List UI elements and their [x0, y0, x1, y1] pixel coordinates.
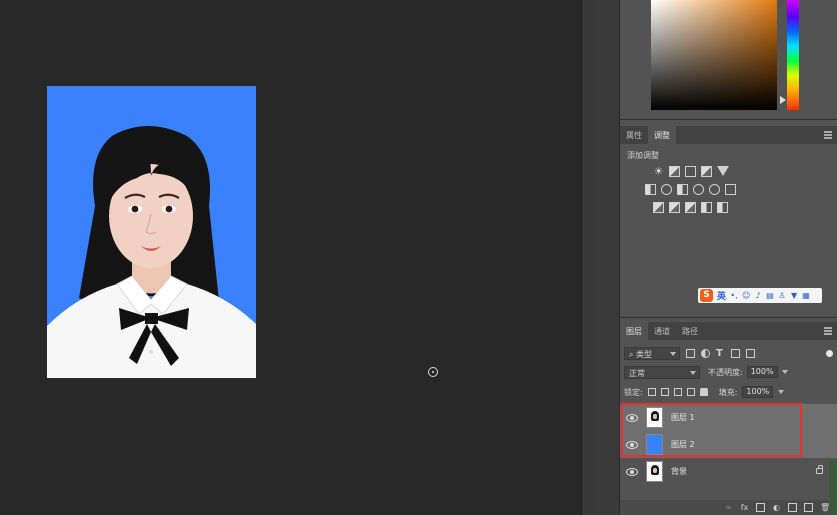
layer-thumbnail — [646, 461, 663, 482]
invert-icon[interactable] — [653, 202, 664, 213]
filter-kind-label: 类型 — [636, 349, 653, 359]
ime-language-toggle[interactable]: 英 — [717, 289, 726, 302]
lock-label: 锁定: — [624, 387, 643, 397]
portrait-image — [47, 86, 256, 378]
chevron-down-icon — [690, 370, 696, 375]
trash-icon[interactable]: 🗑 — [820, 503, 830, 512]
ime-logo[interactable]: S — [700, 289, 713, 302]
mask-icon[interactable] — [756, 503, 765, 512]
blend-mode-value: 正常 — [629, 368, 645, 378]
color-lookup-icon[interactable] — [725, 184, 736, 195]
adjustment-row-2 — [645, 184, 736, 195]
posterize-icon[interactable] — [669, 202, 680, 213]
hue-saturation-icon[interactable] — [645, 184, 656, 195]
levels-icon[interactable] — [669, 166, 680, 177]
document-canvas[interactable] — [0, 0, 581, 515]
collapsed-panel-strip[interactable] — [593, 0, 620, 515]
cursor-crosshair-icon — [428, 367, 438, 377]
visibility-eye-icon[interactable] — [626, 467, 638, 476]
lock-transparent-icon[interactable] — [647, 388, 656, 396]
type-filter-icon[interactable]: T — [716, 348, 725, 358]
hue-slider-arrow-icon[interactable] — [780, 96, 786, 104]
filter-kind-dropdown[interactable]: ⌕ 类型 — [624, 346, 680, 360]
adjustment-row-3 — [653, 202, 728, 213]
mic-icon[interactable]: ♪ — [754, 291, 762, 300]
layers-panel-menu-icon[interactable] — [824, 327, 832, 335]
adjustment-layer-icon[interactable]: ◐ — [772, 503, 781, 512]
tab-paths[interactable]: 路径 — [676, 322, 704, 340]
skin-icon[interactable]: ▼ — [790, 291, 798, 300]
lock-fill-row: 锁定: 填充: 100% — [624, 385, 833, 399]
user-icon[interactable]: ♙ — [778, 291, 786, 300]
opacity-input[interactable]: 100% — [746, 366, 778, 378]
black-white-icon[interactable] — [677, 184, 688, 195]
curves-icon[interactable] — [685, 166, 696, 177]
search-icon: ⌕ — [629, 349, 637, 359]
fill-input[interactable]: 100% — [742, 386, 774, 398]
photo-filter-icon[interactable] — [693, 184, 704, 195]
lock-artboard-icon[interactable] — [686, 388, 695, 396]
panel-divider[interactable] — [581, 0, 593, 515]
color-saturation-field[interactable] — [651, 0, 777, 110]
color-picker-panel — [620, 0, 837, 120]
fill-slider-toggle-icon[interactable] — [778, 390, 785, 394]
channel-mixer-icon[interactable] — [709, 184, 720, 195]
punctuation-icon[interactable]: •, — [730, 291, 738, 300]
layer-row-background[interactable]: 背景 — [620, 458, 837, 485]
tab-channels[interactable]: 通道 — [648, 322, 676, 340]
tab-properties[interactable]: 属性 — [620, 126, 648, 144]
color-balance-icon[interactable] — [661, 184, 672, 195]
pixel-filter-icon[interactable] — [686, 348, 695, 358]
blend-opacity-row: 正常 不透明度: 100% — [624, 365, 833, 379]
blend-mode-dropdown[interactable]: 正常 — [624, 365, 700, 379]
lock-position-icon[interactable] — [673, 388, 682, 396]
group-folder-icon[interactable] — [788, 503, 797, 512]
threshold-icon[interactable] — [685, 202, 696, 213]
layer-filter-row: ⌕ 类型 T — [624, 346, 833, 360]
lock-all-icon[interactable] — [699, 388, 708, 396]
keyboard-icon[interactable]: ▤ — [766, 291, 774, 300]
panel-menu-icon[interactable] — [824, 131, 832, 139]
tab-layers[interactable]: 图层 — [620, 322, 648, 340]
ime-toolbar[interactable]: S 英 •, ☺ ♪ ▤ ♙ ▼ ▦ — [698, 288, 822, 303]
edge-scroll-indicator — [829, 460, 837, 515]
properties-tabs: 属性 调整 — [620, 126, 837, 144]
exposure-icon[interactable] — [701, 166, 712, 177]
tab-adjustments[interactable]: 调整 — [648, 126, 676, 144]
opacity-slider-toggle-icon[interactable] — [781, 370, 788, 374]
grid-icon[interactable]: ▦ — [802, 291, 810, 300]
new-layer-icon[interactable] — [804, 503, 813, 512]
id-photo-image — [47, 86, 256, 378]
smart-object-filter-icon[interactable] — [746, 348, 755, 358]
shape-filter-icon[interactable] — [731, 348, 740, 358]
vibrance-icon[interactable] — [717, 166, 729, 176]
layers-bottom-toolbar: ∞ fx ◐ 🗑 — [620, 500, 837, 515]
chevron-down-icon — [670, 351, 676, 356]
emoji-icon[interactable]: ☺ — [742, 291, 750, 300]
layer-name: 背景 — [671, 467, 687, 476]
lock-icon[interactable] — [816, 465, 823, 474]
gradient-map-icon[interactable] — [717, 202, 728, 213]
hue-slider[interactable] — [787, 0, 799, 110]
lock-image-icon[interactable] — [660, 388, 669, 396]
brightness-contrast-icon[interactable]: ☀ — [653, 166, 664, 177]
link-icon[interactable]: ∞ — [724, 503, 733, 512]
fill-label: 填充: — [718, 387, 738, 397]
fx-button[interactable]: fx — [740, 503, 749, 512]
selection-highlight-box — [621, 403, 802, 457]
selective-color-icon[interactable] — [701, 202, 712, 213]
add-adjustment-label: 添加调整 — [627, 151, 659, 160]
opacity-label: 不透明度: — [708, 367, 743, 377]
adjustment-filter-icon[interactable] — [701, 348, 710, 358]
filter-toggle-icon[interactable] — [826, 349, 833, 357]
layers-tabs: 图层 通道 路径 — [620, 322, 837, 340]
adjustment-row-1: ☀ — [653, 166, 729, 177]
